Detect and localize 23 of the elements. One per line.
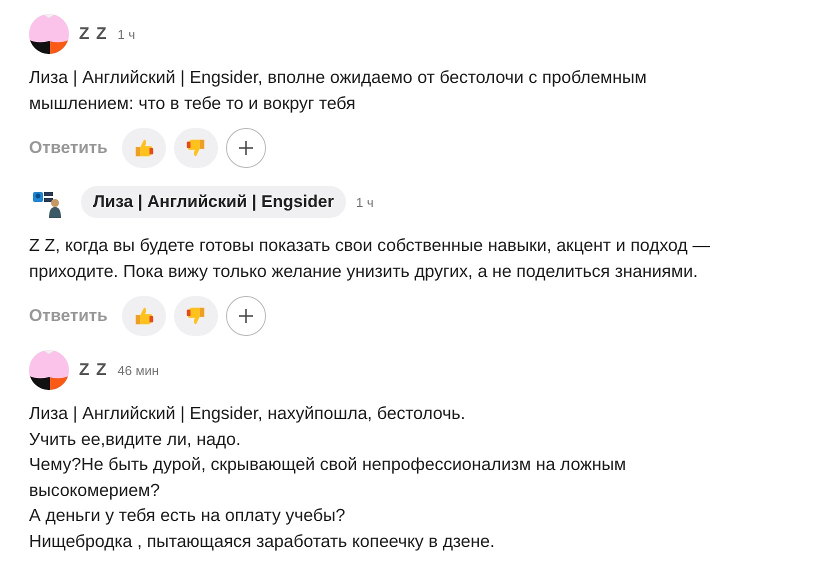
like-button[interactable] xyxy=(122,128,166,168)
comment-text: Лиза | Английский | Engsider, вполне ожидаемо от бестолочи с проблемным мышлением: что в тебе то и вокруг тебя xyxy=(29,66,648,115)
comment-text: А деньги у тебя есть на оплату учебы? xyxy=(29,504,346,527)
thumbs-down-icon xyxy=(184,305,207,327)
author-name[interactable]: Z Z xyxy=(79,24,108,44)
comment-text: Нищебродка , пытающаяся заработать копеечку в дзене. xyxy=(29,530,496,553)
comment-text: Чему?Не быть дурой, скрывающей свой непрофессионализм на ложным высокомерием? xyxy=(29,453,628,502)
comment-text: Z Z, когда вы будете готовы показать свои собственные навыки, акцент и подход — приходите. Пока вижу только желание унизить других, а не поделиться знаниями. xyxy=(29,234,711,283)
plus-icon xyxy=(238,308,254,324)
comment-time: 1 ч xyxy=(356,194,374,210)
comment-time: 46 мин xyxy=(118,362,159,378)
like-button[interactable] xyxy=(122,296,166,336)
plus-icon xyxy=(238,140,254,156)
dislike-button[interactable] xyxy=(174,128,218,168)
thumbs-down-icon xyxy=(184,137,207,159)
comment-text: Лиза | Английский | Engsider, нахуйпошла, бестолочь. xyxy=(29,402,466,425)
comment-text: Учить ее,видите ли, надо. xyxy=(29,428,242,450)
comment-time: 1 ч xyxy=(118,26,136,42)
author-name[interactable]: Лиза | Английский | Engsider xyxy=(81,186,346,218)
add-reaction-button[interactable] xyxy=(226,296,266,336)
dislike-button[interactable] xyxy=(174,296,218,336)
add-reaction-button[interactable] xyxy=(226,128,266,168)
author-name[interactable]: Z Z xyxy=(79,360,108,380)
